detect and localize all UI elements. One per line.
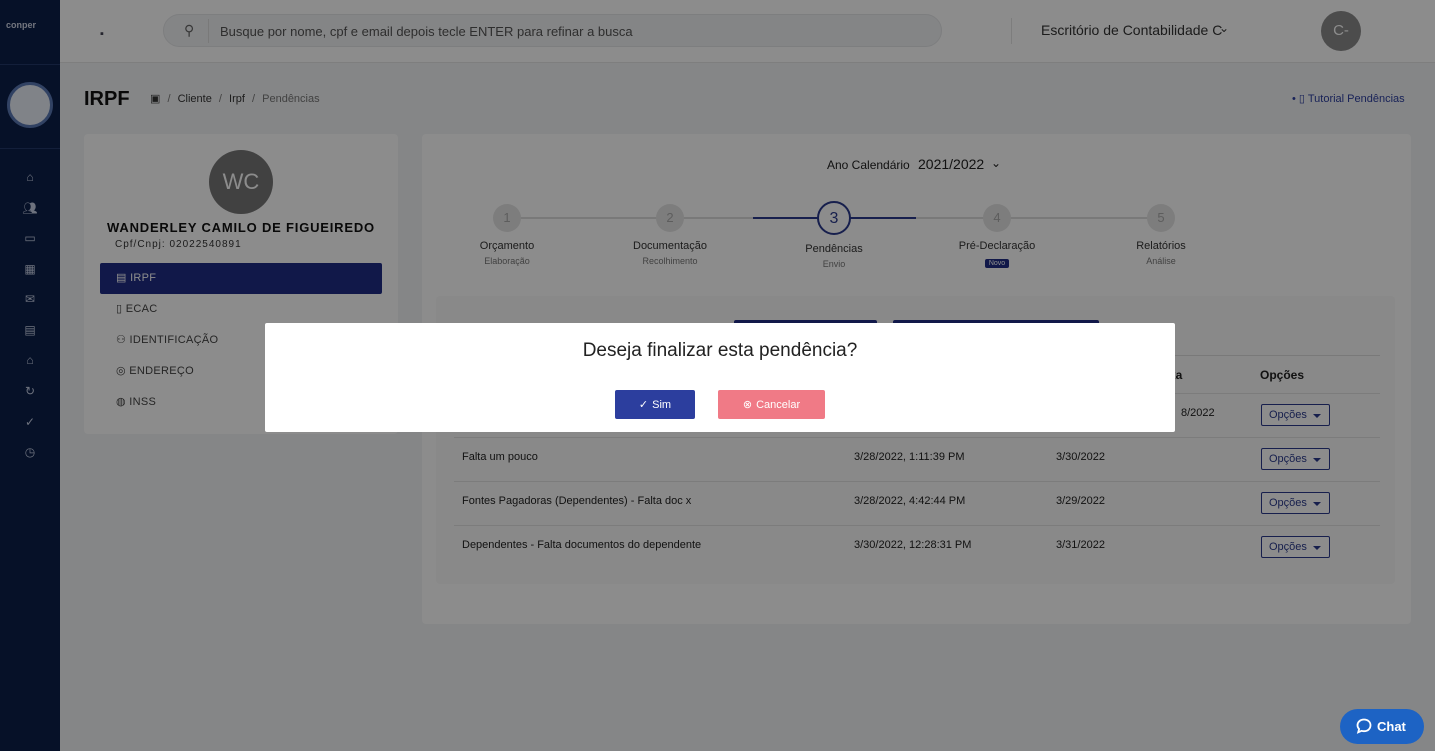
chat-button[interactable]: Chat — [1340, 709, 1424, 744]
cancel-label: Cancelar — [756, 399, 801, 411]
chat-label: Chat — [1377, 719, 1406, 734]
dialog-title: Deseja finalizar esta pendência? — [582, 340, 858, 361]
confirm-button[interactable]: ✓ Sim — [615, 390, 695, 419]
check-circle-icon: ✓ — [638, 399, 649, 411]
confirm-dialog: Deseja finalizar esta pendência? ✓ Sim ⊗ C… — [265, 323, 1175, 432]
x-circle-icon: ⊗ — [742, 399, 753, 411]
confirm-label: Sim — [652, 399, 672, 411]
chat-bubble-icon — [1356, 718, 1372, 734]
cancel-button[interactable]: ⊗ Cancelar — [718, 390, 825, 419]
